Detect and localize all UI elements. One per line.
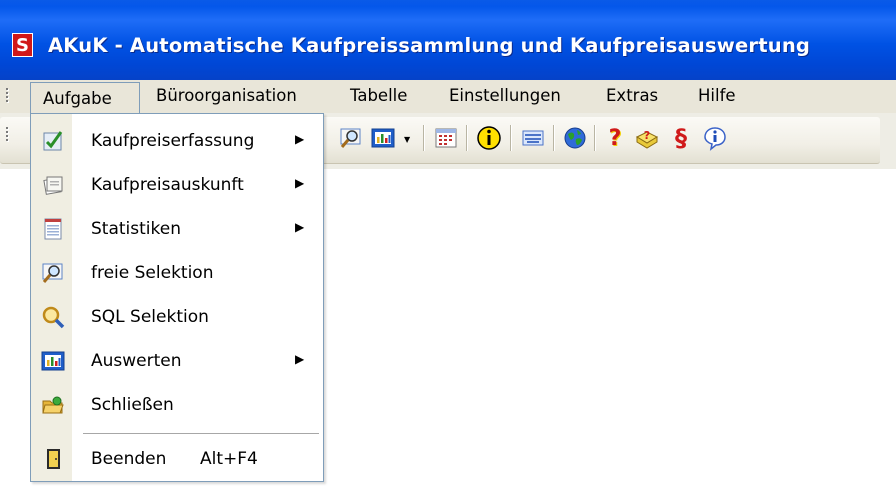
menu-item-statistiken[interactable]: Statistiken ▶ bbox=[31, 208, 323, 252]
menu-item-label: Statistiken bbox=[91, 219, 181, 239]
toolbar-separator bbox=[553, 125, 554, 151]
book-help-icon[interactable]: ? bbox=[634, 125, 660, 151]
menu-separator bbox=[83, 433, 319, 434]
info-about-icon[interactable] bbox=[702, 125, 728, 151]
keyboard-icon[interactable] bbox=[520, 125, 546, 151]
menu-item-beenden[interactable]: Beenden Alt+F4 bbox=[31, 438, 323, 482]
menu-item-label: Kaufpreisauskunft bbox=[91, 175, 244, 195]
menu-aufgabe[interactable]: Aufgabe bbox=[30, 82, 140, 115]
magnifier-window-icon bbox=[41, 261, 65, 285]
paragraph-icon[interactable]: § bbox=[668, 124, 694, 152]
statistics-sheet-icon bbox=[41, 217, 65, 241]
menu-item-shortcut: Alt+F4 bbox=[200, 449, 258, 469]
submenu-arrow-icon: ▶ bbox=[295, 220, 305, 234]
menu-item-schliessen[interactable]: Schließen bbox=[31, 384, 323, 428]
document-stack-icon bbox=[41, 173, 65, 197]
exit-door-icon bbox=[41, 447, 65, 471]
help-icon[interactable]: ? bbox=[602, 125, 628, 151]
menu-item-kaufpreiserfassung[interactable]: Kaufpreiserfassung ▶ bbox=[31, 120, 323, 164]
title-bar[interactable]: S AKuK - Automatische Kaufpreissammlung … bbox=[0, 0, 896, 80]
menu-item-label: Schließen bbox=[91, 395, 174, 415]
chart-icon[interactable] bbox=[370, 125, 396, 151]
bar-chart-icon bbox=[41, 349, 65, 373]
app-icon[interactable]: S bbox=[12, 33, 33, 57]
menu-item-label: Kaufpreiserfassung bbox=[91, 131, 255, 151]
submenu-arrow-icon: ▶ bbox=[295, 132, 305, 146]
toolbar-separator bbox=[594, 125, 595, 151]
svg-text:?: ? bbox=[644, 129, 650, 142]
toolbar-separator bbox=[466, 125, 467, 151]
toolbar-grip[interactable] bbox=[6, 127, 9, 143]
menu-hilfe[interactable]: Hilfe bbox=[694, 84, 740, 108]
globe-icon[interactable] bbox=[562, 125, 588, 151]
folder-close-icon bbox=[41, 393, 65, 417]
toolbar-separator bbox=[510, 125, 511, 151]
menubar-grip[interactable] bbox=[6, 88, 9, 104]
chart-dropdown-arrow[interactable]: ▼ bbox=[404, 135, 410, 144]
menu-item-label: Auswerten bbox=[91, 351, 182, 371]
menu-item-kaufpreisauskunft[interactable]: Kaufpreisauskunft ▶ bbox=[31, 164, 323, 208]
menu-item-label: Beenden bbox=[91, 449, 167, 469]
search-icon[interactable] bbox=[338, 125, 364, 151]
form-check-icon bbox=[41, 129, 65, 153]
menu-einstellungen[interactable]: Einstellungen bbox=[445, 84, 565, 108]
menu-tabelle[interactable]: Tabelle bbox=[346, 84, 411, 108]
menu-item-auswerten[interactable]: Auswerten ▶ bbox=[31, 340, 323, 384]
menu-item-label: freie Selektion bbox=[91, 263, 214, 283]
menu-extras[interactable]: Extras bbox=[602, 84, 662, 108]
menu-item-label: SQL Selektion bbox=[91, 307, 209, 327]
window-title: AKuK - Automatische Kaufpreissammlung un… bbox=[48, 34, 811, 57]
menu-bar: Aufgabe Büroorganisation Tabelle Einstel… bbox=[0, 80, 896, 115]
magnifier-icon bbox=[41, 305, 65, 329]
menu-bueroorganisation[interactable]: Büroorganisation bbox=[152, 84, 301, 108]
submenu-arrow-icon: ▶ bbox=[295, 352, 305, 366]
toolbar-separator bbox=[423, 125, 424, 151]
calendar-icon[interactable] bbox=[433, 125, 459, 151]
menu-item-freie-selektion[interactable]: freie Selektion bbox=[31, 252, 323, 296]
aufgabe-dropdown-menu: Kaufpreiserfassung ▶ Kaufpreisauskunft ▶… bbox=[30, 113, 324, 482]
info-icon[interactable] bbox=[476, 125, 502, 151]
submenu-arrow-icon: ▶ bbox=[295, 176, 305, 190]
menu-item-sql-selektion[interactable]: SQL Selektion bbox=[31, 296, 323, 340]
